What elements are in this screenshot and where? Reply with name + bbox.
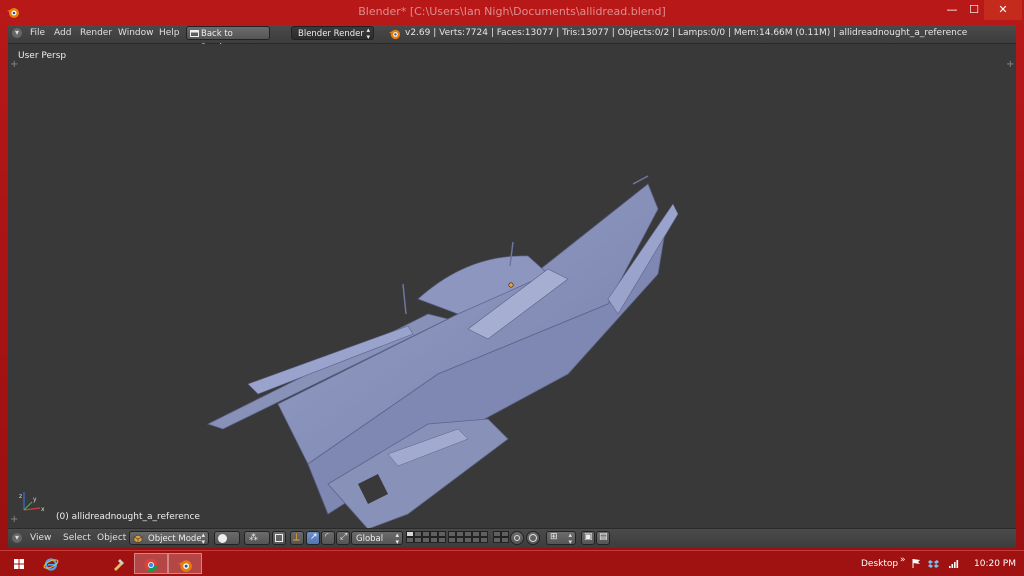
snap-element-select[interactable]: ⊞ ▴ ▾	[546, 531, 576, 546]
layer-button[interactable]	[501, 537, 509, 543]
maximize-button[interactable]: ☐	[964, 0, 984, 20]
ie-taskbar-button[interactable]	[34, 553, 68, 574]
chrome-taskbar-button[interactable]	[134, 553, 168, 574]
pivot-icon: ⁂	[249, 533, 258, 543]
layer-button[interactable]	[464, 537, 472, 543]
select-arrows-icon: ▴ ▾	[568, 531, 572, 546]
menu-window[interactable]: Window	[118, 28, 154, 38]
svg-text:y: y	[33, 496, 37, 503]
translate-arrow-icon: ↗	[310, 532, 318, 542]
menu-object[interactable]: Object	[97, 533, 126, 543]
screen-back-icon	[190, 30, 199, 37]
blender-logo-icon	[388, 29, 401, 40]
scale-icon: ⤢	[340, 532, 348, 542]
editor-type-icon[interactable]: ▾	[12, 28, 22, 38]
layer-button[interactable]	[430, 537, 438, 543]
editor-type-icon[interactable]: ▾	[12, 533, 22, 543]
ie-icon	[43, 558, 59, 571]
menu-view[interactable]: View	[30, 533, 51, 543]
layer-buttons-group-3[interactable]	[493, 531, 509, 545]
occlude-geometry-toggle[interactable]	[272, 531, 286, 545]
start-icon	[14, 559, 24, 569]
chrome-icon	[144, 558, 158, 572]
layer-button[interactable]	[438, 537, 446, 543]
signal-bars-icon[interactable]	[948, 558, 959, 569]
occlude-icon	[275, 534, 283, 542]
view-perspective-label: User Persp	[18, 51, 67, 61]
viewport-shading-select[interactable]	[214, 531, 240, 545]
manipulator-toggle[interactable]: ⟂	[290, 531, 304, 545]
proportional-icon	[529, 534, 537, 542]
dropbox-icon[interactable]	[928, 558, 939, 569]
layer-button[interactable]	[422, 537, 430, 543]
tools-icon	[114, 559, 124, 571]
blender-icon	[178, 560, 192, 572]
blender-taskbar-button[interactable]	[168, 553, 202, 574]
svg-text:z: z	[19, 493, 22, 500]
layer-button[interactable]	[448, 537, 456, 543]
taskbar: Desktop » 10:20 PM	[0, 550, 1024, 576]
manipulator-icon: ⟂	[293, 532, 300, 543]
desktop-toolbar-label[interactable]: Desktop	[861, 559, 898, 569]
render-image-button[interactable]: ▣	[581, 531, 595, 545]
render-engine-label: Blender Render	[298, 29, 364, 39]
mode-label: Object Mode	[148, 534, 202, 544]
menu-file[interactable]: File	[30, 28, 45, 38]
menu-help[interactable]: Help	[159, 28, 180, 38]
render-engine-select[interactable]: Blender Render ▴ ▾	[291, 26, 374, 41]
layer-button[interactable]	[472, 537, 480, 543]
layer-lock-toggle[interactable]	[510, 531, 524, 545]
rotate-manipulator-toggle[interactable]: ◜	[321, 531, 335, 545]
object-mode-select[interactable]: Object Mode ▴ ▾	[129, 531, 209, 546]
title-bar[interactable]: Blender* [C:\Users\Ian Nigh\Documents\al…	[0, 0, 1024, 24]
flag-icon[interactable]	[911, 558, 922, 569]
layer-button[interactable]	[493, 537, 501, 543]
region-expand-icon[interactable]: +	[10, 59, 18, 70]
tools-taskbar-button[interactable]	[102, 553, 136, 574]
orientation-label: Global	[356, 534, 384, 544]
rotate-icon: ◜	[325, 532, 329, 542]
svg-text:x: x	[41, 506, 45, 513]
select-arrows-icon: ▴ ▾	[201, 531, 205, 546]
minimize-button[interactable]: —	[940, 0, 964, 20]
back-to-previous-button[interactable]: Back to Previous	[186, 26, 270, 53]
ring-icon	[514, 535, 520, 541]
dreadnought-model[interactable]	[8, 44, 1016, 528]
select-arrows-icon: ▴ ▾	[366, 26, 370, 41]
start-button[interactable]	[2, 553, 36, 574]
menu-render[interactable]: Render	[80, 28, 112, 38]
film-icon: ▤	[599, 532, 608, 542]
camera-icon: ▣	[584, 532, 593, 542]
layer-buttons-group-1[interactable]	[406, 531, 446, 545]
layer-button[interactable]	[480, 537, 488, 543]
axis-gizmo-icon: z x y	[19, 492, 45, 513]
translate-manipulator-toggle[interactable]: ↗	[306, 531, 320, 545]
scale-manipulator-toggle[interactable]: ⤢	[336, 531, 350, 545]
solid-shading-icon	[218, 534, 227, 543]
3d-view-header: ▾ View Select Object Object Mode ▴ ▾ ⁂ ⟂ …	[8, 528, 1016, 548]
render-animation-button[interactable]: ▤	[596, 531, 610, 545]
system-clock[interactable]: 10:20 PM	[974, 559, 1016, 569]
info-header: ▾ File Add Render Window Help Back to Pr…	[8, 25, 1016, 53]
pivot-point-select[interactable]: ⁂	[244, 531, 270, 545]
menu-select[interactable]: Select	[63, 533, 91, 543]
layer-button[interactable]	[406, 537, 414, 543]
transform-orientation-select[interactable]: Global ▴ ▾	[351, 531, 403, 546]
layer-button[interactable]	[414, 537, 422, 543]
cube-icon	[133, 534, 143, 544]
snap-icon: ⊞	[550, 532, 558, 542]
active-object-label: (0) allidreadnought_a_reference	[56, 512, 200, 522]
layer-buttons-group-2[interactable]	[448, 531, 488, 545]
window-title: Blender* [C:\Users\Ian Nigh\Documents\al…	[358, 5, 666, 18]
proportional-edit-toggle[interactable]	[526, 531, 540, 545]
scene-stats: v2.69 | Verts:7724 | Faces:13077 | Tris:…	[405, 28, 968, 38]
close-button[interactable]: ✕	[984, 0, 1022, 20]
menu-add[interactable]: Add	[54, 28, 71, 38]
select-arrows-icon: ▴ ▾	[395, 531, 399, 546]
tray-overflow-chevron[interactable]: »	[900, 555, 906, 565]
region-expand-icon[interactable]: +	[1006, 59, 1014, 70]
layer-button[interactable]	[456, 537, 464, 543]
3d-viewport[interactable]: User Persp + + + z x y (0) allidreadnoug…	[8, 44, 1016, 528]
